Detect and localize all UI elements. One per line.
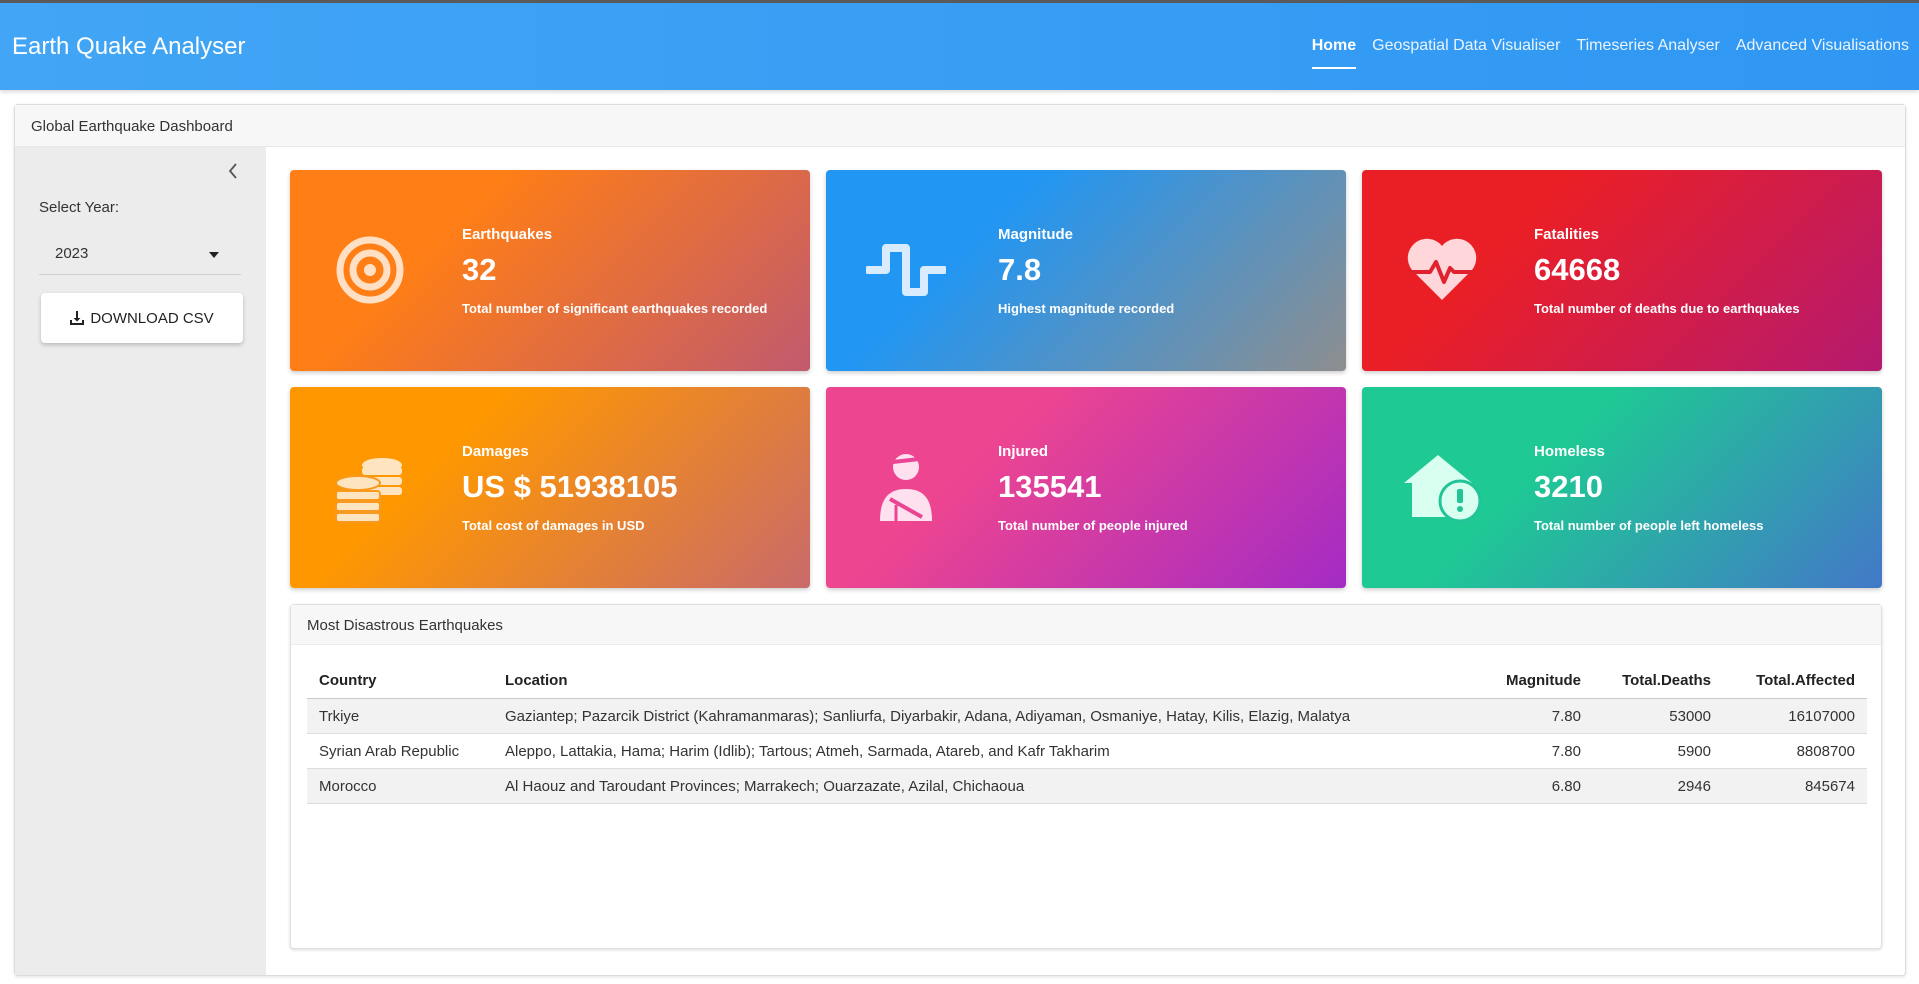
value-box-title: Homeless xyxy=(1534,443,1605,460)
cell-magnitude: 6.80 xyxy=(1473,768,1593,804)
cell-country: Syrian Arab Republic xyxy=(307,733,493,769)
table-title: Most Disastrous Earthquakes xyxy=(291,605,1881,645)
user-injured-icon xyxy=(880,454,932,521)
value-box-subtitle: Total cost of damages in USD xyxy=(462,518,645,533)
value-box-title: Magnitude xyxy=(998,226,1073,243)
cell-magnitude: 7.80 xyxy=(1473,733,1593,769)
cell-location: Gaziantep; Pazarcik District (Kahramanma… xyxy=(493,698,1473,734)
app-title[interactable]: Earth Quake Analyser xyxy=(12,33,245,61)
year-select[interactable]: 2023 xyxy=(39,235,241,275)
column-header-magnitude[interactable]: Magnitude xyxy=(1473,663,1593,699)
earthquakes-table: Country Location Magnitude Total.Deaths … xyxy=(307,663,1867,804)
cell-country: Morocco xyxy=(307,768,493,804)
value-box-subtitle: Total number of people injured xyxy=(998,518,1188,533)
nav-advanced[interactable]: Advanced Visualisations xyxy=(1736,37,1909,69)
caret-down-icon xyxy=(209,252,219,258)
value-box-title: Fatalities xyxy=(1534,226,1600,243)
value-box-title: Earthquakes xyxy=(462,226,553,243)
value-box-value: 7.8 xyxy=(998,252,1042,287)
chevron-left-icon[interactable] xyxy=(227,161,239,187)
value-box-subtitle: Highest magnitude recorded xyxy=(998,301,1175,316)
cell-total-deaths: 2946 xyxy=(1593,768,1723,804)
value-box-value: US $ 51938105 xyxy=(462,469,678,504)
table-row[interactable]: Trkiye Gaziantep; Pazarcik District (Kah… xyxy=(307,698,1867,734)
value-box-value: 3210 xyxy=(1534,469,1603,504)
year-select-value: 2023 xyxy=(55,245,89,262)
download-csv-button[interactable]: DOWNLOAD CSV xyxy=(41,293,243,343)
cell-total-affected: 8808700 xyxy=(1723,733,1867,769)
disastrous-earthquakes-card: Most Disastrous Earthquakes Country Loca… xyxy=(290,604,1882,949)
value-box-injured: Injured 135541 Total number of people in… xyxy=(826,387,1346,588)
download-icon xyxy=(70,311,85,325)
column-header-total-deaths[interactable]: Total.Deaths xyxy=(1593,663,1723,699)
cell-magnitude: 7.80 xyxy=(1473,698,1593,734)
value-box-subtitle: Total number of significant earthquakes … xyxy=(462,301,768,316)
column-header-country[interactable]: Country xyxy=(307,663,493,699)
value-box-damages: Damages US $ 51938105 Total cost of dama… xyxy=(290,387,810,588)
column-header-total-affected[interactable]: Total.Affected xyxy=(1723,663,1867,699)
value-box-value: 135541 xyxy=(998,469,1102,504)
value-box-value: 32 xyxy=(462,252,497,287)
table-header-row: Country Location Magnitude Total.Deaths … xyxy=(307,663,1867,699)
bullseye-icon xyxy=(336,236,404,304)
cell-total-affected: 16107000 xyxy=(1723,698,1867,734)
value-box-value: 64668 xyxy=(1534,252,1621,287)
cell-location: Aleppo, Lattakia, Hama; Harim (Idlib); T… xyxy=(493,733,1473,769)
dashboard-title: Global Earthquake Dashboard xyxy=(15,105,1905,147)
value-box-subtitle: Total number of people left homeless xyxy=(1534,518,1764,533)
table-row[interactable]: Morocco Al Haouz and Taroudant Provinces… xyxy=(307,768,1867,804)
cell-country: Trkiye xyxy=(307,698,493,734)
column-header-location[interactable]: Location xyxy=(493,663,1473,699)
house-exclamation-icon xyxy=(1404,455,1482,523)
nav-menu: Home Geospatial Data Visualiser Timeseri… xyxy=(1311,37,1909,69)
value-box-magnitude: Magnitude 7.8 Highest magnitude recorded xyxy=(826,170,1346,371)
table-row[interactable]: Syrian Arab Republic Aleppo, Lattakia, H… xyxy=(307,733,1867,769)
navbar: Earth Quake Analyser Home Geospatial Dat… xyxy=(0,0,1919,90)
year-label: Select Year: xyxy=(39,199,120,216)
download-csv-label: DOWNLOAD CSV xyxy=(90,309,214,327)
cell-location: Al Haouz and Taroudant Provinces; Marrak… xyxy=(493,768,1473,804)
value-box-title: Damages xyxy=(462,443,529,460)
nav-timeseries[interactable]: Timeseries Analyser xyxy=(1576,37,1719,69)
value-box-earthquakes: Earthquakes 32 Total number of significa… xyxy=(290,170,810,371)
value-box-homeless: Homeless 3210 Total number of people lef… xyxy=(1362,387,1882,588)
cell-total-affected: 845674 xyxy=(1723,768,1867,804)
value-box-subtitle: Total number of deaths due to earthquake… xyxy=(1534,301,1800,316)
sidebar: Select Year: 2023 DOWNLOAD CSV xyxy=(15,147,266,975)
nav-geospatial[interactable]: Geospatial Data Visualiser xyxy=(1372,37,1560,69)
cell-total-deaths: 53000 xyxy=(1593,698,1723,734)
coins-icon xyxy=(335,458,402,523)
value-box-title: Injured xyxy=(998,443,1049,460)
value-box-fatalities: Fatalities 64668 Total number of deaths … xyxy=(1362,170,1882,371)
wave-square-icon xyxy=(866,244,946,296)
cell-total-deaths: 5900 xyxy=(1593,733,1723,769)
heart-pulse-icon xyxy=(1407,238,1477,300)
nav-home[interactable]: Home xyxy=(1311,37,1357,69)
